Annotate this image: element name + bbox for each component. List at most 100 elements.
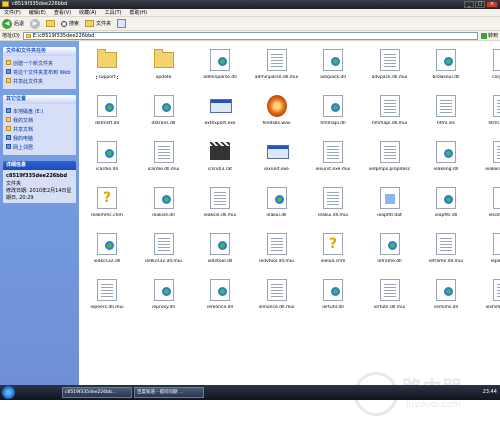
close-button[interactable]: ×	[486, 1, 498, 8]
file-item[interactable]: ieaksie.dll	[136, 187, 192, 227]
file-tasks-header[interactable]: 文件和文件夹任务	[3, 47, 76, 56]
place-my-documents[interactable]: 我的文档	[6, 117, 73, 124]
file-item[interactable]: ieakui.dll.mui	[305, 187, 361, 227]
menu-favorites[interactable]: 收藏(A)	[79, 9, 96, 16]
file-item[interactable]: ieshims.dll	[418, 279, 474, 319]
forward-button[interactable]: ▶	[30, 19, 40, 29]
file-item[interactable]: ieelua.chm	[305, 233, 361, 273]
file-item[interactable]: support	[79, 49, 135, 89]
taskbar-item-browser[interactable]: 百度知道 - 提问问题 ...	[134, 387, 204, 398]
file-item[interactable]: update	[136, 49, 192, 89]
file-name: support	[79, 75, 135, 80]
task-share-folder[interactable]: 共享此文件夹	[6, 78, 73, 85]
file-item[interactable]: ieframe.dll.mui	[418, 233, 474, 273]
file-item[interactable]: dxtmsft.dll	[79, 95, 135, 135]
menu-help[interactable]: 帮助(H)	[129, 9, 147, 16]
place-my-computer[interactable]: 我的电脑	[6, 135, 73, 142]
address-label: 地址(D)	[2, 32, 20, 39]
dll-file-icon	[436, 49, 456, 71]
file-item[interactable]: feedsbs.wav	[249, 95, 305, 135]
search-button[interactable]: 搜索	[61, 20, 79, 27]
up-button[interactable]	[46, 20, 55, 27]
file-item[interactable]: ieakeng.dll.mui	[475, 141, 500, 181]
file-item[interactable]: adminparse.dll	[192, 49, 248, 89]
file-item[interactable]: iedkcs32.dll.mui	[136, 233, 192, 273]
file-item[interactable]: iertutil.dll.mui	[362, 279, 418, 319]
folder-icon	[2, 1, 9, 7]
folders-button[interactable]: 文件夹	[85, 20, 111, 27]
file-name: adminparse.dll	[192, 75, 248, 80]
file-item[interactable]: dxtrans.dll	[136, 95, 192, 135]
place-local-disk[interactable]: 本地磁盘 (E:)	[6, 108, 73, 115]
file-item[interactable]: iedpmps.propdesc	[362, 141, 418, 181]
other-places-header[interactable]: 其它位置	[3, 95, 76, 104]
watermark-url: luyouqi.com	[406, 400, 461, 410]
menu-view[interactable]: 查看(V)	[54, 9, 71, 16]
file-item[interactable]: ieaksie.dll.mui	[192, 187, 248, 227]
file-item[interactable]: ieshims.dll.mui	[475, 279, 500, 319]
file-item[interactable]: iedkcs32.dll	[79, 233, 135, 273]
file-item[interactable]: advpack.dll	[305, 49, 361, 89]
document-icon	[380, 279, 400, 301]
maximize-button[interactable]: □	[475, 1, 485, 8]
file-item[interactable]: ieapfltr.dat	[362, 187, 418, 227]
start-button[interactable]	[2, 386, 15, 399]
task-new-folder[interactable]: 创建一个新文件夹	[6, 60, 73, 67]
dll-file-icon	[210, 49, 230, 71]
details-header[interactable]: 详细信息	[3, 161, 76, 170]
file-item[interactable]: ieframe.dll	[362, 233, 418, 273]
file-item[interactable]: adminparse.dll.mui	[249, 49, 305, 89]
menu-edit[interactable]: 编辑(E)	[29, 9, 46, 16]
file-item[interactable]: iedvtool.dll.mui	[249, 233, 305, 273]
minimize-button[interactable]: _	[464, 1, 474, 8]
file-name: advpack.dll.mui	[362, 75, 418, 80]
task-publish-web[interactable]: 将这个文件夹发布到 Web	[6, 69, 73, 76]
file-item[interactable]: advpack.dll.mui	[362, 49, 418, 89]
place-network[interactable]: 网上邻居	[6, 144, 73, 151]
file-item[interactable]: extexport.exe	[192, 95, 248, 135]
address-bar: 地址(D) E:\c8519f335dee226bbd 转到	[0, 31, 500, 41]
file-item[interactable]: iexunit.exe	[249, 141, 305, 181]
back-button[interactable]: ◀ 后退	[2, 19, 24, 29]
place-shared-documents[interactable]: 共享文档	[6, 126, 73, 133]
file-item[interactable]: iertutil.dll	[305, 279, 361, 319]
file-item[interactable]: iepeers.dll	[475, 233, 500, 273]
file-item[interactable]: ieakmmc.chm	[79, 187, 135, 227]
file-item[interactable]: icardie.dll.mui	[136, 141, 192, 181]
file-item[interactable]: html.iec.mui	[475, 95, 500, 135]
file-name: browseui.dll	[418, 75, 474, 80]
file-name: ieelua.chm	[305, 259, 361, 264]
menu-tools[interactable]: 工具(T)	[105, 9, 122, 16]
drive-icon	[6, 108, 11, 113]
file-item[interactable]: ieproxy.dll	[136, 279, 192, 319]
taskbar-item-explorer[interactable]: c8519f335dee226bb...	[62, 387, 132, 398]
file-item[interactable]: ieakui.dll	[249, 187, 305, 227]
file-item[interactable]: iemonce.dll	[192, 279, 248, 319]
file-item[interactable]: corpol.dll	[475, 49, 500, 89]
file-item[interactable]: ieakeng.dll	[418, 141, 474, 181]
document-icon	[493, 95, 500, 117]
file-item[interactable]: iemonce.dll.mui	[249, 279, 305, 319]
file-item[interactable]: icardie.dll	[79, 141, 135, 181]
dll-file-icon	[380, 233, 400, 255]
file-item[interactable]: hmmapi.dll	[305, 95, 361, 135]
views-button[interactable]	[117, 19, 126, 28]
file-item[interactable]: browseui.dll	[418, 49, 474, 89]
file-item[interactable]: iepeers.dll.mui	[79, 279, 135, 319]
file-item[interactable]: iecompat.dll	[475, 187, 500, 227]
file-item[interactable]: iexunit.exe.mui	[305, 141, 361, 181]
file-item[interactable]: icsrv03.rat	[192, 141, 248, 181]
file-item[interactable]: iedvtool.dll	[192, 233, 248, 273]
file-name: html.iec	[418, 121, 474, 126]
document-icon	[493, 141, 500, 163]
file-item[interactable]: hmmapi.dll.mui	[362, 95, 418, 135]
views-icon	[117, 19, 126, 28]
search-label: 搜索	[69, 20, 79, 27]
folders-label: 文件夹	[96, 20, 111, 27]
go-button[interactable]: 转到	[481, 32, 498, 39]
address-input[interactable]: E:\c8519f335dee226bbd	[23, 32, 478, 40]
menu-file[interactable]: 文件(F)	[4, 9, 21, 16]
file-name: iexunit.exe	[249, 167, 305, 172]
file-item[interactable]: html.iec	[418, 95, 474, 135]
file-item[interactable]: ieapfltr.dll	[418, 187, 474, 227]
